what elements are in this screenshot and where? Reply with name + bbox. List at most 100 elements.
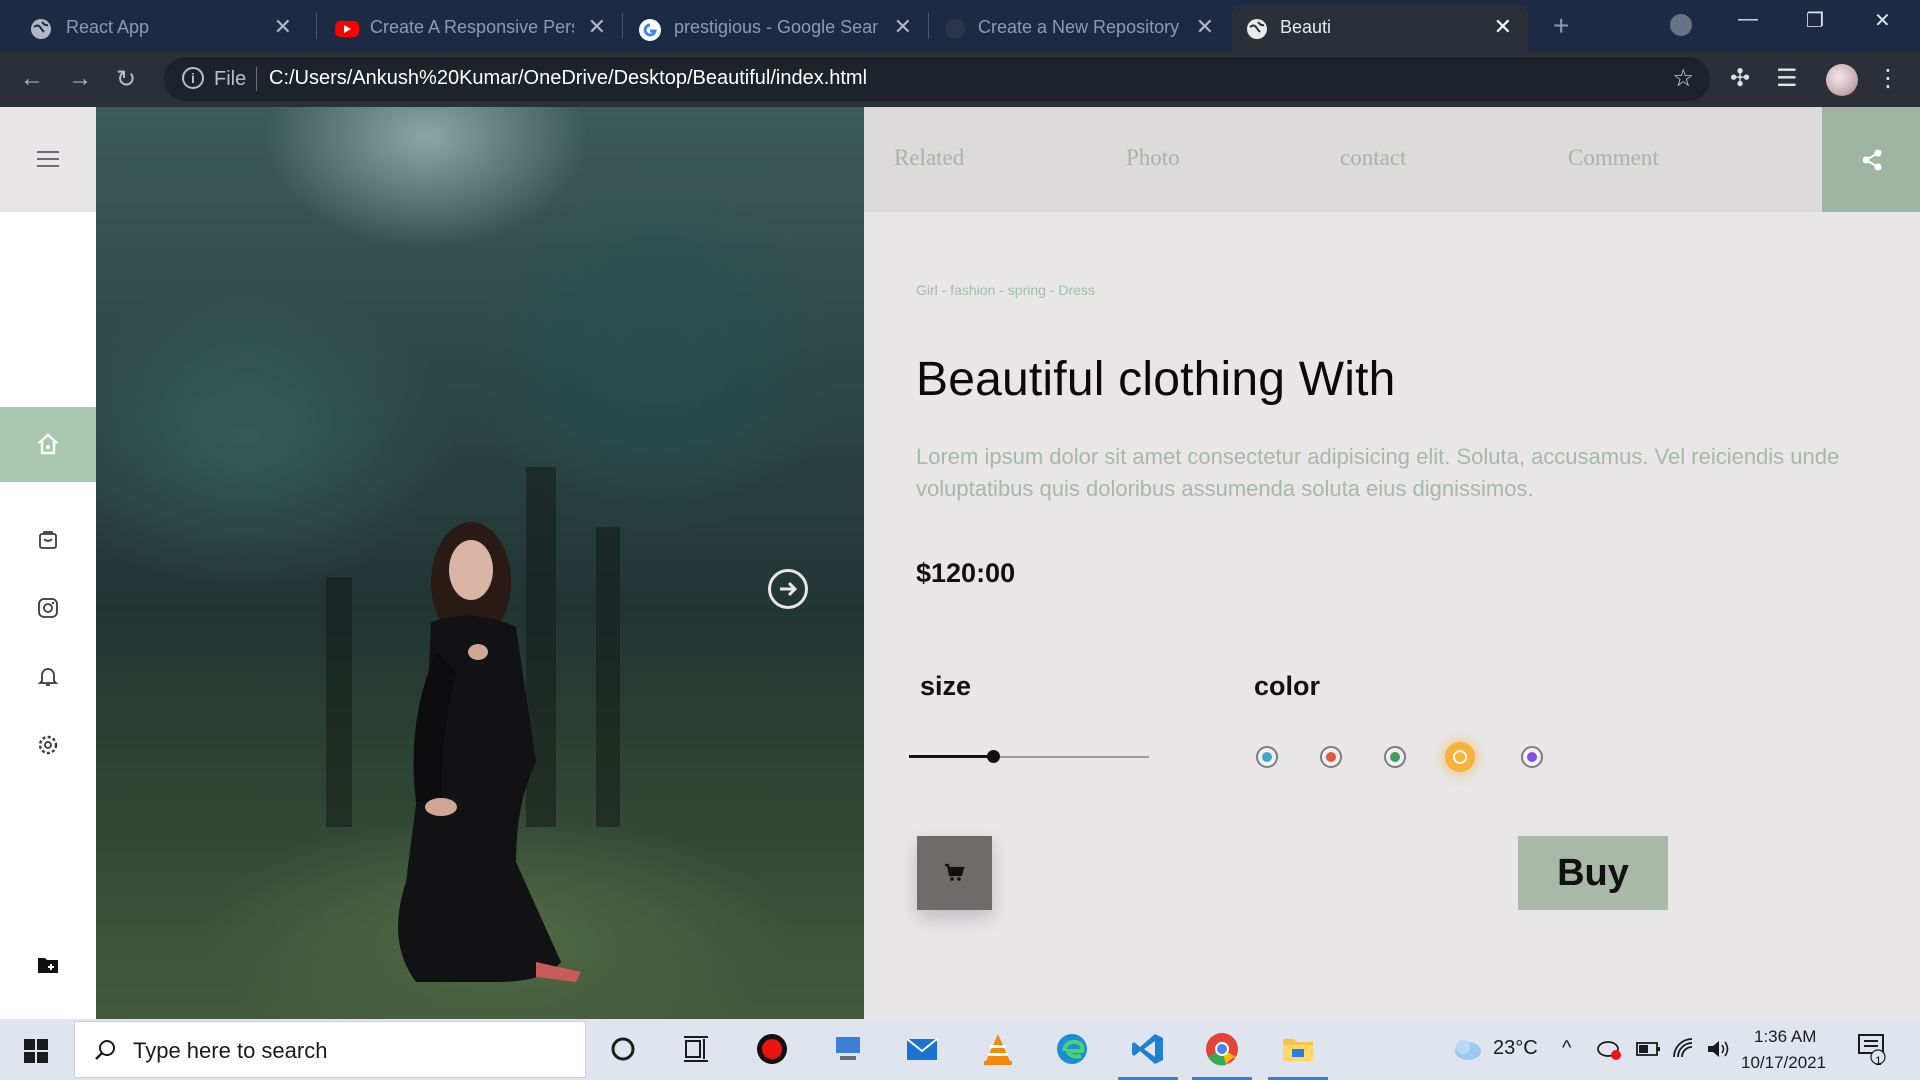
tab-title: React App (66, 17, 150, 37)
url-text[interactable]: C:/Users/Ankush%20Kumar/OneDrive/Desktop… (269, 67, 867, 90)
notification-center-icon[interactable] (1856, 1031, 1888, 1067)
nav-link-comment[interactable]: Comment (1568, 145, 1659, 171)
tab-separator (622, 13, 623, 39)
reading-list-icon[interactable]: ☰ (1776, 64, 1798, 93)
reload-icon[interactable]: ↻ (116, 65, 136, 94)
tab-search-icon[interactable] (1670, 14, 1692, 36)
vscode-icon[interactable] (1130, 1031, 1166, 1067)
task-view-icon[interactable] (678, 1031, 714, 1067)
file-explorer-icon[interactable] (1280, 1031, 1316, 1067)
github-icon (945, 19, 965, 39)
tab-google-search[interactable]: prestigious - Google Sear ✕ (624, 5, 928, 51)
nav-link-contact[interactable]: contact (1340, 145, 1406, 171)
google-icon (639, 19, 661, 41)
weather-cloud-icon[interactable] (1450, 1033, 1484, 1063)
nav-link-related[interactable]: Related (894, 145, 964, 171)
tab-close-icon[interactable]: ✕ (1196, 15, 1214, 39)
color-swatch[interactable] (1384, 746, 1406, 768)
color-swatch-dot (1453, 750, 1467, 764)
tab-title: Create A Responsive Perso (370, 17, 574, 37)
tab-github-new-repo[interactable]: Create a New Repository ✕ (930, 5, 1230, 51)
tab-react-app[interactable]: React App ✕ (0, 5, 308, 51)
next-image-button[interactable] (768, 569, 808, 609)
product-price: $120:00 (916, 558, 1016, 588)
sidebar-item-home[interactable] (0, 407, 96, 482)
weather-temperature[interactable]: 23°C (1493, 1037, 1538, 1060)
tab-close-icon[interactable]: ✕ (1494, 15, 1512, 39)
more-menu-icon[interactable]: ⋮ (1876, 64, 1900, 93)
color-label: color (1254, 671, 1321, 701)
bell-icon[interactable] (36, 664, 60, 688)
show-hidden-icons-chevron-icon[interactable]: ^ (1562, 1037, 1571, 1060)
size-label: size (920, 671, 972, 701)
tab-beautiful-active[interactable]: Beauti ✕ (1232, 5, 1528, 51)
notification-count: 1 (1875, 1054, 1882, 1068)
this-pc-icon[interactable] (830, 1031, 866, 1067)
address-bar[interactable]: i File C:/Users/Ankush%20Kumar/OneDrive/… (164, 57, 1710, 101)
edge-icon[interactable] (1054, 1031, 1090, 1067)
volume-icon[interactable] (1706, 1037, 1732, 1061)
color-swatch[interactable] (1445, 742, 1475, 772)
battery-icon[interactable] (1636, 1039, 1662, 1059)
woman-figure (398, 522, 581, 982)
windows-start-icon[interactable] (24, 1039, 48, 1063)
restore-button[interactable]: ❐ (1806, 8, 1824, 33)
tab-close-icon[interactable]: ✕ (274, 15, 292, 39)
cart-icon (945, 863, 965, 881)
tab-close-icon[interactable]: ✕ (894, 15, 912, 39)
youtube-icon (335, 21, 359, 37)
color-swatch-dot (1390, 752, 1400, 762)
info-icon[interactable]: i (182, 67, 204, 89)
tab-separator (316, 13, 317, 39)
taskbar-search[interactable]: Type here to search (74, 1021, 586, 1078)
color-swatch[interactable] (1320, 746, 1342, 768)
instagram-icon[interactable] (36, 596, 60, 620)
size-slider-thumb[interactable] (987, 750, 1000, 763)
size-slider-fill (909, 755, 993, 758)
tab-title: Beauti (1280, 17, 1332, 37)
nav-link-photo[interactable]: Photo (1126, 145, 1180, 171)
share-button[interactable] (1822, 107, 1920, 212)
size-slider[interactable] (909, 750, 1149, 763)
tab-title: prestigious - Google Sear (674, 17, 879, 37)
add-to-cart-button[interactable] (917, 836, 992, 910)
search-icon (95, 1040, 115, 1060)
minimize-button[interactable]: — (1738, 8, 1758, 31)
folder-icon[interactable] (36, 953, 60, 977)
shopping-bag-icon[interactable] (36, 527, 60, 551)
chrome-icon[interactable] (1204, 1031, 1240, 1067)
back-arrow-icon[interactable]: ← (20, 65, 44, 93)
browser-tab-strip: React App ✕ Create A Responsive Perso ✕ … (0, 0, 1920, 51)
color-swatch[interactable] (1256, 746, 1278, 768)
tab-close-icon[interactable]: ✕ (588, 15, 606, 39)
menu-button[interactable] (0, 107, 96, 212)
close-window-button[interactable]: ✕ (1874, 8, 1891, 33)
onedrive-icon[interactable] (1596, 1037, 1622, 1061)
clock-date[interactable]: 10/17/2021 (1741, 1053, 1826, 1073)
bookmark-star-icon[interactable]: ☆ (1672, 64, 1694, 93)
forward-arrow-icon[interactable]: → (68, 65, 92, 93)
recorder-icon[interactable] (754, 1031, 790, 1067)
hero-photo (96, 107, 864, 1019)
settings-icon[interactable] (36, 733, 60, 757)
profile-avatar[interactable] (1826, 64, 1858, 96)
color-swatch-dot (1262, 752, 1272, 762)
breadcrumb: Girl - fashion - spring - Dress (916, 282, 1095, 298)
mail-icon[interactable] (904, 1031, 940, 1067)
globe-icon (1247, 19, 1267, 39)
extensions-icon[interactable]: ✣ (1730, 64, 1750, 93)
buy-button[interactable]: Buy (1518, 836, 1668, 910)
new-tab-button[interactable]: + (1553, 10, 1569, 42)
wifi-icon[interactable] (1672, 1037, 1698, 1061)
scheme-label: File (214, 68, 247, 90)
tab-separator (928, 13, 929, 39)
cortana-icon[interactable] (605, 1031, 641, 1067)
clock-time[interactable]: 1:36 AM (1754, 1027, 1816, 1047)
color-swatch[interactable] (1521, 746, 1543, 768)
search-placeholder: Type here to search (133, 1038, 328, 1063)
vlc-icon[interactable] (980, 1031, 1016, 1067)
menu-icon (37, 151, 59, 169)
tab-youtube[interactable]: Create A Responsive Perso ✕ (318, 5, 622, 51)
top-navigation: Related Photo contact Comment (864, 107, 1920, 212)
color-swatch-dot (1527, 752, 1537, 762)
